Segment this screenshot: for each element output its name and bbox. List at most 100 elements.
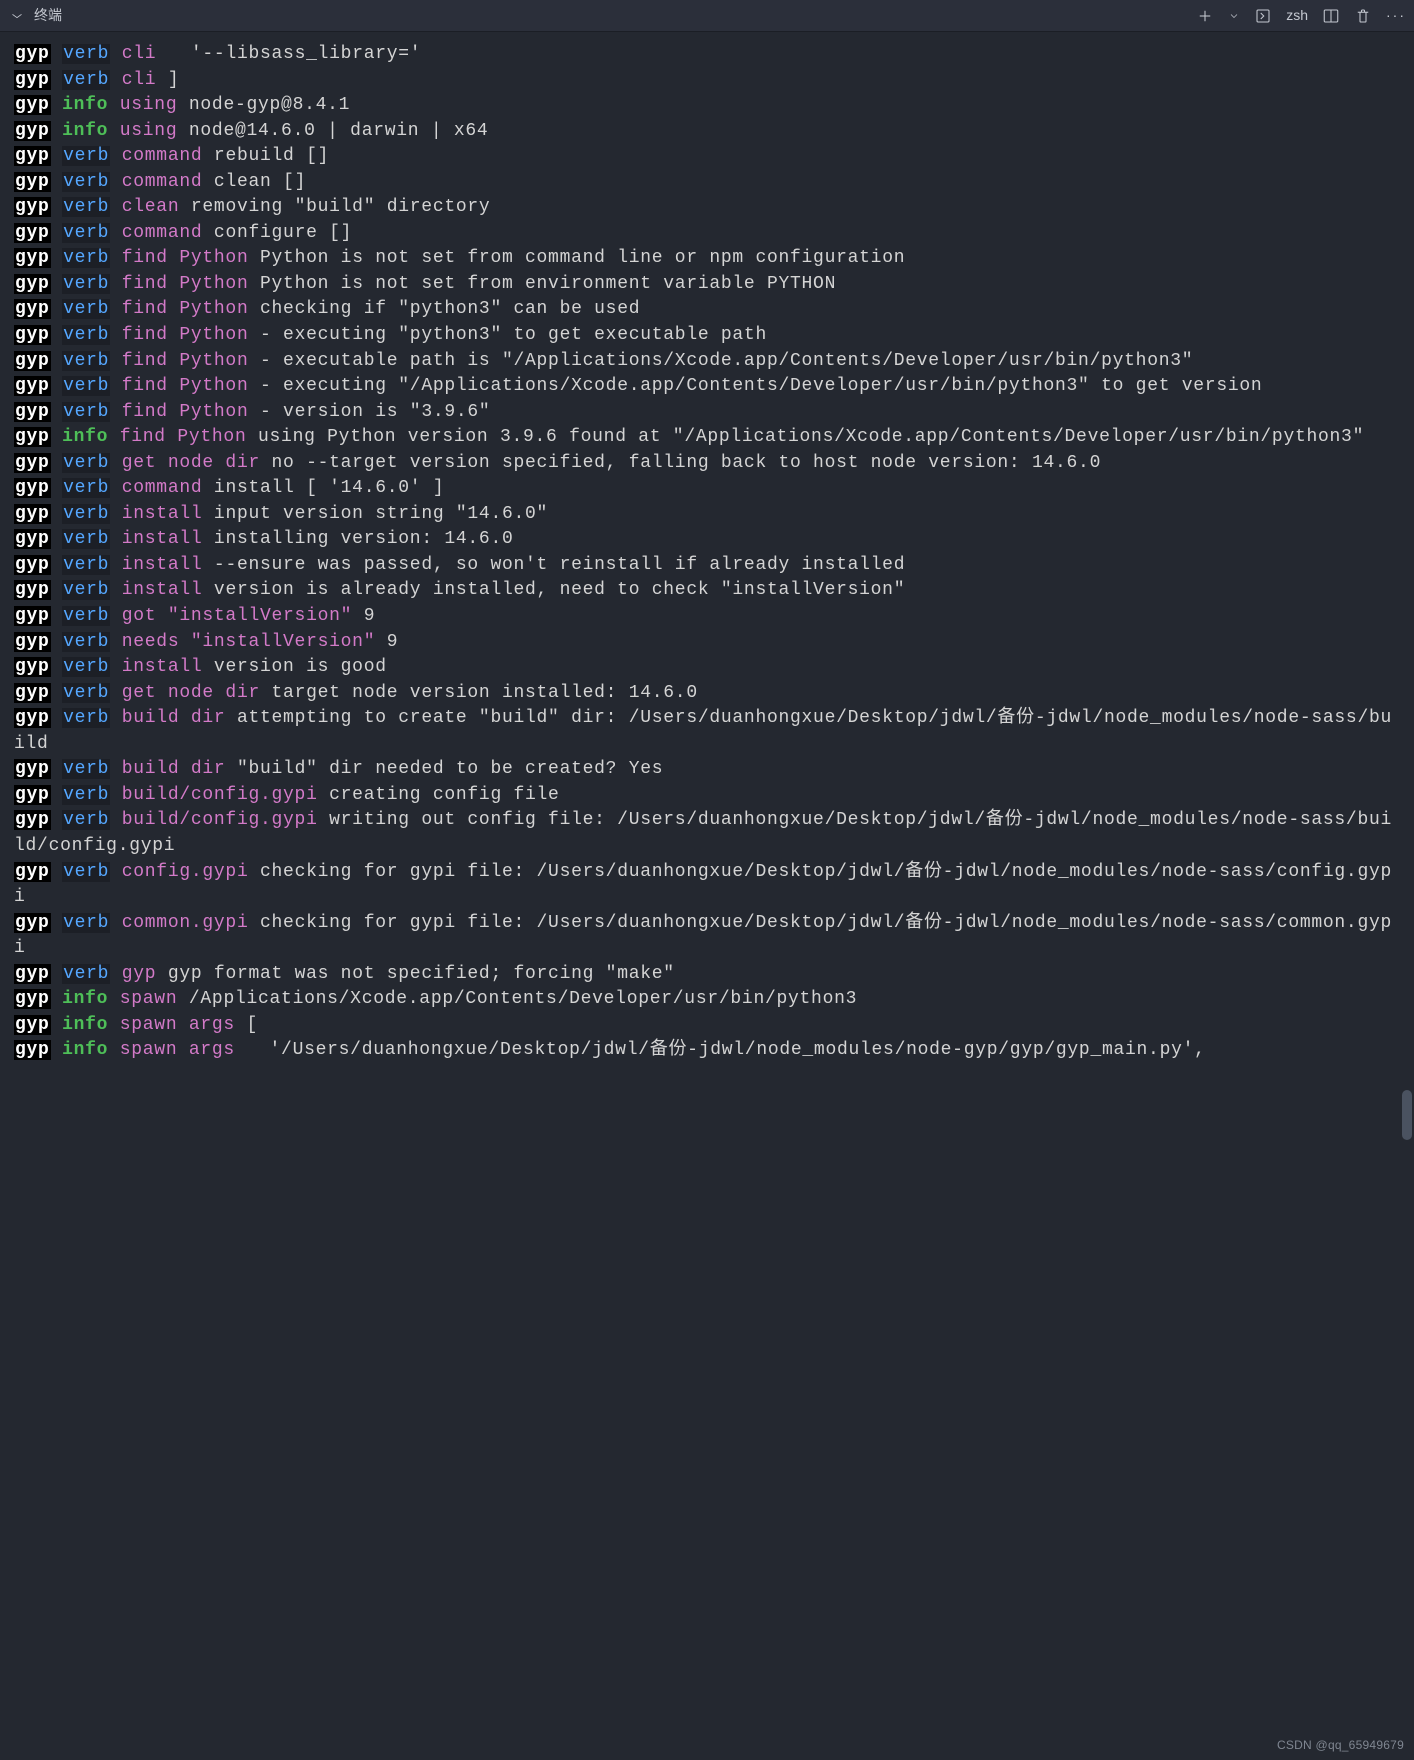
log-context: cli: [122, 44, 157, 64]
split-terminal-icon[interactable]: [1322, 7, 1340, 25]
log-level: info: [62, 121, 108, 141]
log-context: using: [120, 95, 178, 115]
log-context: install: [122, 504, 203, 524]
log-prefix: gyp: [14, 810, 51, 830]
log-context: gyp: [122, 964, 157, 984]
panel-title: 终端: [34, 6, 62, 26]
log-level: verb: [62, 248, 110, 268]
log-message: using Python version 3.9.6 found at "/Ap…: [258, 427, 1364, 447]
log-prefix: gyp: [14, 606, 51, 626]
log-context: find Python: [122, 274, 249, 294]
terminal-line: gyp info using node-gyp@8.4.1: [14, 93, 1400, 119]
log-message: "build" dir needed to be created? Yes: [237, 759, 663, 779]
log-context: find Python: [122, 351, 249, 371]
log-level: verb: [62, 785, 110, 805]
terminal-line: gyp verb find Python checking if "python…: [14, 297, 1400, 323]
log-context: common.gypi: [122, 913, 249, 933]
log-prefix: gyp: [14, 70, 51, 90]
log-context: needs "installVersion": [122, 632, 375, 652]
new-terminal-dropdown-icon[interactable]: [1228, 10, 1240, 22]
log-prefix: gyp: [14, 1040, 51, 1060]
log-context: find Python: [122, 402, 249, 422]
log-context: build dir: [122, 708, 226, 728]
collapse-icon[interactable]: [8, 9, 26, 22]
terminal-line: gyp verb install version is good: [14, 655, 1400, 681]
log-message: version is good: [214, 657, 387, 677]
log-prefix: gyp: [14, 95, 51, 115]
kill-terminal-icon[interactable]: [1354, 7, 1372, 25]
new-terminal-icon[interactable]: [1196, 7, 1214, 25]
log-message: Python is not set from environment varia…: [260, 274, 836, 294]
log-context: command: [122, 172, 203, 192]
log-prefix: gyp: [14, 274, 51, 294]
log-prefix: gyp: [14, 785, 51, 805]
log-prefix: gyp: [14, 683, 51, 703]
log-prefix: gyp: [14, 529, 51, 549]
log-prefix: gyp: [14, 862, 51, 882]
log-context: spawn args: [120, 1015, 235, 1035]
log-level: verb: [62, 70, 110, 90]
log-level: info: [62, 95, 108, 115]
log-prefix: gyp: [14, 1015, 51, 1035]
log-prefix: gyp: [14, 402, 51, 422]
log-prefix: gyp: [14, 708, 51, 728]
log-message: 9: [387, 632, 399, 652]
log-message: installing version: 14.6.0: [214, 529, 514, 549]
launch-profile-icon[interactable]: [1254, 7, 1272, 25]
log-context: cli: [122, 70, 157, 90]
log-message: removing "build" directory: [191, 197, 491, 217]
terminal-line: gyp verb clean removing "build" director…: [14, 195, 1400, 221]
terminal-line: gyp verb install input version string "1…: [14, 502, 1400, 528]
terminal-line: gyp verb command install [ '14.6.0' ]: [14, 476, 1400, 502]
log-prefix: gyp: [14, 478, 51, 498]
panel-header: 终端 zsh ···: [0, 0, 1414, 32]
log-context: install: [122, 555, 203, 575]
log-context: using: [120, 121, 178, 141]
log-context: find Python: [120, 427, 247, 447]
log-context: spawn args: [120, 1040, 235, 1060]
log-message: '/Users/duanhongxue/Desktop/jdwl/备份-jdwl…: [246, 1040, 1205, 1060]
log-message: - executing "/Applications/Xcode.app/Con…: [260, 376, 1262, 396]
log-level: verb: [62, 606, 110, 626]
terminal-output[interactable]: gyp verb cli '--libsass_library='gyp ver…: [0, 32, 1414, 1072]
terminal-line: gyp verb build dir attempting to create …: [14, 706, 1400, 757]
terminal-line: gyp verb find Python - version is "3.9.6…: [14, 400, 1400, 426]
terminal-line: gyp verb get node dir no --target versio…: [14, 451, 1400, 477]
log-message: creating config file: [329, 785, 559, 805]
watermark-text: CSDN @qq_65949679: [1277, 1737, 1404, 1754]
log-message: - executing "python3" to get executable …: [260, 325, 767, 345]
log-level: verb: [62, 351, 110, 371]
scrollbar-thumb[interactable]: [1402, 1090, 1412, 1140]
log-context: build/config.gypi: [122, 810, 318, 830]
log-level: verb: [62, 683, 110, 703]
log-context: get node dir: [122, 453, 260, 473]
log-prefix: gyp: [14, 44, 51, 64]
log-prefix: gyp: [14, 989, 51, 1009]
terminal-line: gyp verb cli ]: [14, 68, 1400, 94]
log-prefix: gyp: [14, 248, 51, 268]
log-message: checking if "python3" can be used: [260, 299, 640, 319]
log-message: rebuild []: [214, 146, 329, 166]
log-level: verb: [62, 580, 110, 600]
terminal-line: gyp verb find Python Python is not set f…: [14, 246, 1400, 272]
terminal-line: gyp verb install installing version: 14.…: [14, 527, 1400, 553]
log-level: verb: [62, 146, 110, 166]
terminal-line: gyp verb install --ensure was passed, so…: [14, 553, 1400, 579]
log-level: verb: [62, 708, 110, 728]
log-context: find Python: [122, 376, 249, 396]
log-level: verb: [62, 810, 110, 830]
log-level: info: [62, 427, 108, 447]
log-message: 9: [364, 606, 376, 626]
log-message: [: [246, 1015, 258, 1035]
log-level: info: [62, 1015, 108, 1035]
log-level: verb: [62, 555, 110, 575]
more-actions-icon[interactable]: ···: [1386, 6, 1406, 26]
log-message: Python is not set from command line or n…: [260, 248, 905, 268]
terminal-line: gyp verb get node dir target node versio…: [14, 681, 1400, 707]
log-message: - executable path is "/Applications/Xcod…: [260, 351, 1193, 371]
log-level: verb: [62, 172, 110, 192]
log-prefix: gyp: [14, 632, 51, 652]
log-context: get node dir: [122, 683, 260, 703]
log-level: verb: [62, 376, 110, 396]
log-message: clean []: [214, 172, 306, 192]
